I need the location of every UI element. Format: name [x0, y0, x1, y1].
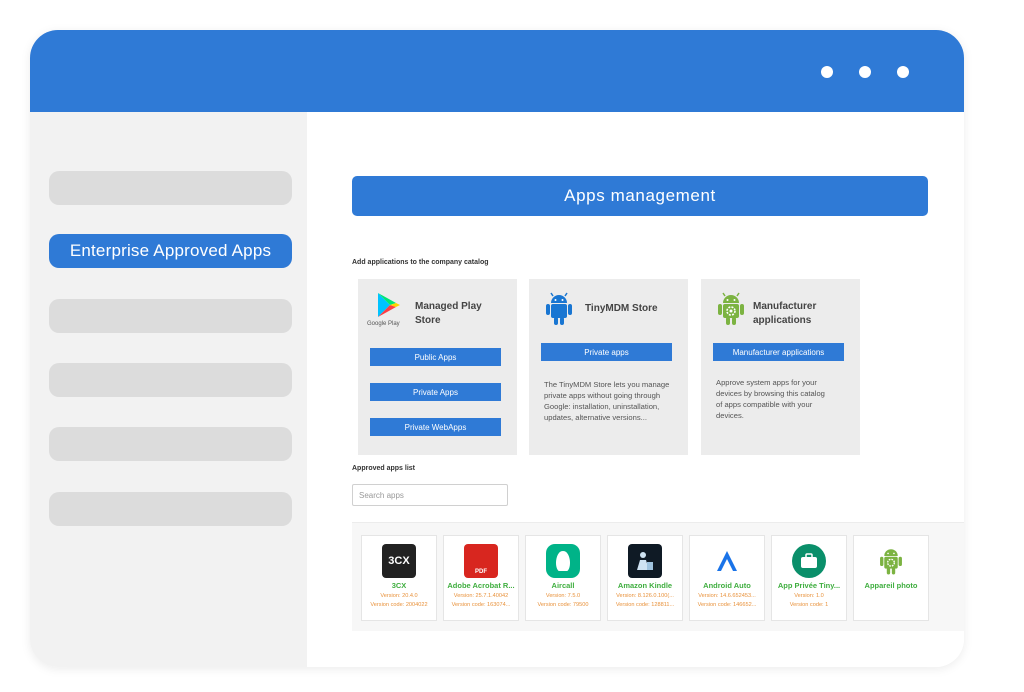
catalog-section-label: Add applications to the company catalog: [352, 259, 489, 266]
app-tile-android-auto[interactable]: Android Auto Version: 14.6.652453... Ver…: [689, 535, 765, 621]
app-tile-adobe-acrobat[interactable]: PDF Adobe Acrobat R... Version: 25.7.1.4…: [443, 535, 519, 621]
private-webapps-button[interactable]: Private WebApps: [370, 418, 501, 436]
app-tile-amazon-kindle[interactable]: Amazon Kindle Version: 8.126.0.100(... V…: [607, 535, 683, 621]
manufacturer-applications-button[interactable]: Manufacturer applications: [713, 343, 844, 361]
acrobat-icon: PDF: [464, 544, 498, 578]
android-robot-icon: [543, 290, 575, 328]
google-play-caption: Google Play: [367, 321, 400, 327]
sidebar-item-placeholder[interactable]: [49, 299, 292, 333]
manufacturer-applications-card: Manufacturer applications Manufacturer a…: [701, 279, 860, 455]
tinymdm-store-description: The TinyMDM Store lets you manage privat…: [544, 380, 670, 422]
public-apps-button[interactable]: Public Apps: [370, 348, 501, 366]
android-gear-icon: [715, 290, 747, 328]
window-dot-icon[interactable]: [859, 66, 871, 78]
private-apps-button[interactable]: Private Apps: [370, 383, 501, 401]
aircall-icon: [546, 544, 580, 578]
app-version: Version: 7.5.0: [545, 593, 581, 599]
sidebar-item-enterprise-approved-apps[interactable]: Enterprise Approved Apps: [49, 234, 292, 268]
app-name: Android Auto: [703, 581, 751, 590]
manufacturer-applications-description: Approve system apps for your devices by …: [716, 378, 825, 420]
title-bar: [30, 30, 964, 112]
kindle-icon: [628, 544, 662, 578]
page-title: Apps management: [352, 176, 928, 216]
app-name: Amazon Kindle: [617, 581, 673, 590]
tinymdm-store-card: TinyMDM Store Private apps The TinyMDM S…: [529, 279, 688, 455]
app-name: Aircall: [551, 581, 575, 590]
app-name: App Privée Tiny...: [777, 581, 841, 590]
managed-play-store-card: Google Play Managed Play Store Public Ap…: [358, 279, 517, 455]
tinymdm-private-apps-button[interactable]: Private apps: [541, 343, 672, 361]
app-tile-3cx[interactable]: 3CX 3CX Version: 20.4.0 Version code: 20…: [361, 535, 437, 621]
briefcase-icon: [792, 544, 826, 578]
window-dot-icon[interactable]: [821, 66, 833, 78]
app-version: Version: 8.126.0.100(...: [616, 593, 674, 599]
sidebar-item-placeholder[interactable]: [49, 171, 292, 205]
android-auto-icon: [710, 544, 744, 578]
main-content: Apps management Add applications to the …: [307, 112, 964, 667]
app-name: 3CX: [391, 581, 407, 590]
sidebar-item-placeholder[interactable]: [49, 427, 292, 461]
app-version-code: Version code: 163074...: [451, 602, 511, 608]
tinymdm-store-title: TinyMDM Store: [585, 303, 658, 314]
approved-apps-list: 3CX 3CX Version: 20.4.0 Version code: 20…: [352, 522, 964, 631]
managed-play-store-title: Managed Play Store: [415, 301, 482, 326]
sidebar: Enterprise Approved Apps: [30, 112, 307, 667]
search-input[interactable]: Search apps: [352, 484, 508, 506]
app-version-code: Version code: 2004022: [370, 602, 428, 608]
approved-apps-label: Approved apps list: [352, 465, 416, 472]
sidebar-item-placeholder[interactable]: [49, 363, 292, 397]
sidebar-item-placeholder[interactable]: [49, 492, 292, 526]
app-version: Version: 1.0: [794, 593, 824, 599]
app-version-code: Version code: 146652...: [697, 602, 757, 608]
app-version: Version: 20.4.0: [380, 593, 418, 599]
app-name: Appareil photo: [864, 581, 918, 590]
android-gear-icon: [874, 544, 908, 578]
window-dot-icon[interactable]: [897, 66, 909, 78]
3cx-icon: 3CX: [382, 544, 416, 578]
app-tile-app-privee[interactable]: App Privée Tiny... Version: 1.0 Version …: [771, 535, 847, 621]
app-window: Enterprise Approved Apps Apps management…: [30, 30, 964, 667]
app-name: Adobe Acrobat R...: [447, 581, 515, 590]
app-tile-appareil-photo[interactable]: Appareil photo: [853, 535, 929, 621]
app-tile-aircall[interactable]: Aircall Version: 7.5.0 Version code: 795…: [525, 535, 601, 621]
google-play-icon: [372, 290, 402, 320]
app-version-code: Version code: 128811...: [615, 602, 675, 608]
manufacturer-applications-title: Manufacturer applications: [753, 301, 817, 326]
app-version: Version: 14.6.652453...: [698, 593, 756, 599]
app-version-code: Version code: 79500: [537, 602, 589, 608]
app-version-code: Version code: 1: [789, 602, 829, 608]
app-version: Version: 25.7.1.40042: [453, 593, 509, 599]
